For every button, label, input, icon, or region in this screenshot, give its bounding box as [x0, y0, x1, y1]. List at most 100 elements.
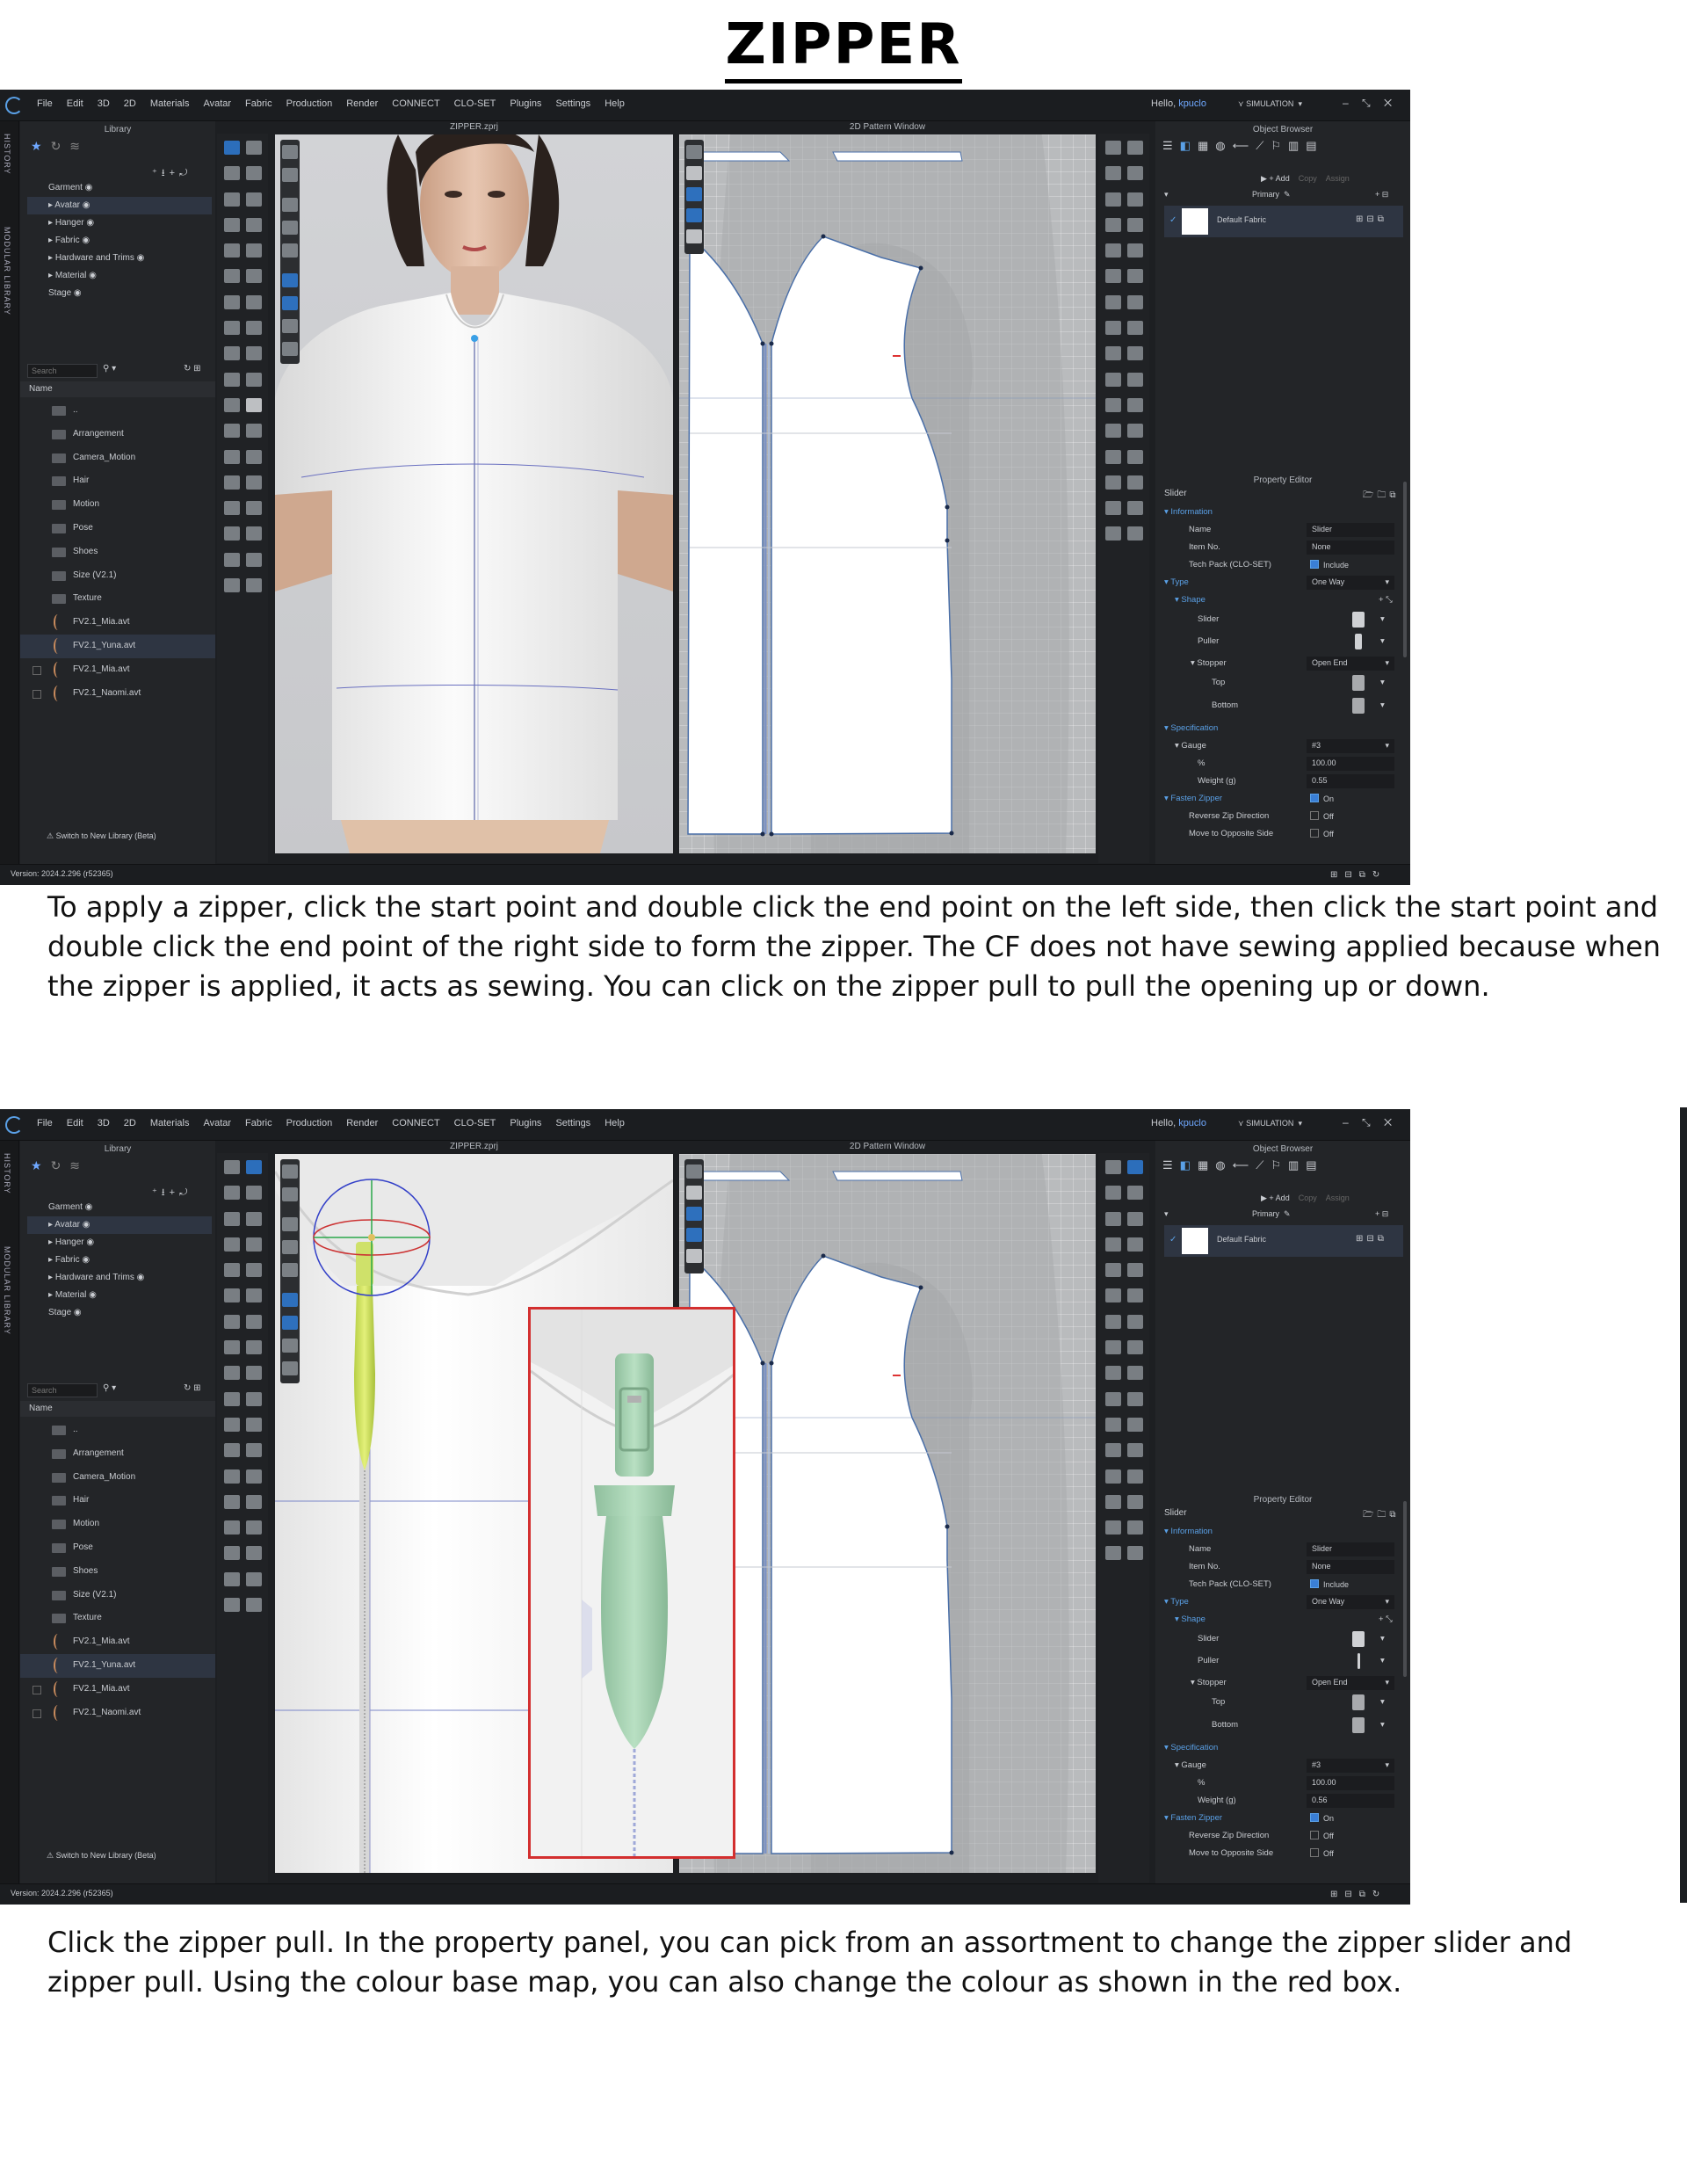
display-light-icon[interactable]: [282, 1339, 298, 1353]
display-texture-icon[interactable]: [282, 168, 298, 182]
button-tool-icon[interactable]: [223, 1314, 240, 1329]
zipper-tool-icon[interactable]: [223, 321, 240, 336]
view-toggle-icon[interactable]: ↻ ⊞: [184, 1383, 201, 1393]
free-sew-tool-icon[interactable]: [1126, 1314, 1143, 1329]
hanger-tool-icon[interactable]: [223, 578, 240, 593]
edit-point-tool-icon[interactable]: [1126, 141, 1143, 155]
menu-fabric[interactable]: Fabric: [245, 98, 272, 109]
menu-avatar[interactable]: Avatar: [203, 98, 231, 109]
list-item[interactable]: Pose: [20, 1536, 215, 1560]
tree-item-garment[interactable]: Garment ◉: [27, 1199, 212, 1216]
puckering-2d-tool-icon[interactable]: [1104, 526, 1121, 541]
cut-tool-icon[interactable]: [1104, 1263, 1121, 1278]
arrange-tool-icon[interactable]: [245, 1237, 262, 1252]
tech-pack-checkbox[interactable]: Include: [1310, 560, 1349, 570]
puller-shape-icon[interactable]: [1358, 1653, 1360, 1669]
list-item[interactable]: FV2.1_Mia.avt: [20, 658, 215, 682]
scale-tool-icon[interactable]: [245, 526, 262, 541]
check-sew-tool-icon[interactable]: [1104, 1340, 1121, 1355]
dart-tool-icon[interactable]: [1126, 192, 1143, 207]
list-item[interactable]: FV2.1_Naomi.avt: [20, 682, 215, 706]
list-item[interactable]: Pose: [20, 517, 215, 541]
buttonhole-tool-icon[interactable]: [1126, 1494, 1143, 1509]
puckering-tool-icon[interactable]: [223, 1417, 240, 1432]
library-search-input[interactable]: Search: [27, 1383, 98, 1397]
pen-tool-icon[interactable]: [223, 243, 240, 258]
transform-tool-icon[interactable]: [245, 1160, 262, 1174]
primary-row[interactable]: ▾ Primary ✎ + ⊟: [1164, 190, 1403, 204]
menu-plugins[interactable]: Plugins: [510, 1118, 541, 1128]
select-tool-icon[interactable]: [223, 1160, 240, 1174]
transform-tool-icon[interactable]: [1104, 1160, 1121, 1174]
fit-tool-icon[interactable]: [223, 424, 240, 439]
annotation-tool-icon[interactable]: [1126, 1443, 1143, 1458]
shirring-tool-icon[interactable]: [1104, 372, 1121, 387]
item-no-input[interactable]: None: [1307, 541, 1394, 555]
menu-help[interactable]: Help: [605, 1118, 625, 1128]
polygon-tool-icon[interactable]: [1104, 1186, 1121, 1201]
zipper-tool-icon[interactable]: [223, 1340, 240, 1355]
piping-2d-tool-icon[interactable]: [1126, 1520, 1143, 1535]
tech-pack-checkbox[interactable]: Include: [1310, 1579, 1349, 1589]
sew-2d-tool-icon[interactable]: [1104, 1314, 1121, 1329]
mode-selector[interactable]: ⋎ SIMULATION ▾: [1234, 97, 1331, 112]
list-item[interactable]: FV2.1_Mia.avt: [20, 611, 215, 635]
grade-tool-icon[interactable]: [1126, 397, 1143, 412]
piping-2d-tool-icon[interactable]: [1126, 501, 1143, 516]
fabric-tool-icon[interactable]: [245, 397, 262, 412]
edit-point-tool-icon[interactable]: [1126, 1160, 1143, 1174]
pen-tool-icon[interactable]: [223, 1263, 240, 1278]
edit-texture-tool-icon[interactable]: [1126, 1546, 1143, 1561]
rotate-tool-icon[interactable]: [223, 1546, 240, 1561]
add-button[interactable]: + Add: [1269, 174, 1289, 183]
display-sewing-2d-icon[interactable]: [686, 1207, 702, 1221]
list-item[interactable]: Motion: [20, 493, 215, 517]
list-item[interactable]: Shoes: [20, 1560, 215, 1584]
list-item[interactable]: Size (V2.1): [20, 1584, 215, 1607]
status-icons[interactable]: ⊞⊟⧉↻: [1330, 1890, 1387, 1899]
display-avatar-icon[interactable]: [282, 1165, 298, 1179]
tree-item-material[interactable]: ▸ Material ◉: [27, 1287, 212, 1304]
snap-tool-icon[interactable]: [223, 1520, 240, 1535]
history-tab[interactable]: HISTORY: [3, 134, 11, 175]
property-scrollbar[interactable]: [1403, 482, 1407, 657]
menu-render[interactable]: Render: [346, 1118, 378, 1128]
display-sewing-icon[interactable]: [282, 1293, 298, 1307]
shirt-tool-icon[interactable]: [245, 294, 262, 309]
button-2d-tool-icon[interactable]: [1104, 1494, 1121, 1509]
polygon-tool-icon[interactable]: [1104, 166, 1121, 181]
tree-item-hardware[interactable]: ▸ Hardware and Trims ◉: [27, 1269, 212, 1287]
slash-tool-icon[interactable]: [1126, 243, 1143, 258]
offset-tool-icon[interactable]: [1126, 217, 1143, 232]
assign-button[interactable]: Assign: [1326, 1194, 1350, 1202]
edit-tool-icon[interactable]: [245, 1494, 262, 1509]
menu-file[interactable]: File: [37, 1118, 53, 1128]
trim-tool-icon[interactable]: [245, 1366, 262, 1381]
graphic-2d-tool-icon[interactable]: [1126, 449, 1143, 464]
menu-production[interactable]: Production: [286, 1118, 333, 1128]
tree-item-avatar[interactable]: ▸ Avatar ◉: [27, 1216, 212, 1234]
reverse-zip-checkbox[interactable]: Off: [1310, 811, 1334, 821]
fit-tool-icon[interactable]: [223, 1443, 240, 1458]
menu-settings[interactable]: Settings: [555, 1118, 590, 1128]
ruler-tool-icon[interactable]: [1104, 1417, 1121, 1432]
shirring-tool-icon[interactable]: [1104, 1391, 1121, 1406]
topstitch-tool-icon[interactable]: [245, 321, 262, 336]
trace-tool-icon[interactable]: [1104, 1237, 1121, 1252]
internal-polygon-icon[interactable]: [1104, 1211, 1121, 1226]
name-input[interactable]: Slider: [1307, 1542, 1394, 1556]
strain-tool-icon[interactable]: [245, 424, 262, 439]
menu-3d[interactable]: 3D: [98, 98, 110, 109]
transform-tool-icon[interactable]: [1104, 141, 1121, 155]
list-item[interactable]: Texture: [20, 587, 215, 611]
display-trims-icon[interactable]: [282, 221, 298, 235]
menu-clo-set[interactable]: CLO-SET: [454, 1118, 496, 1128]
menu-plugins[interactable]: Plugins: [510, 98, 541, 109]
pattern-tool-icon[interactable]: [245, 578, 262, 593]
menu-edit[interactable]: Edit: [67, 1118, 83, 1128]
list-item[interactable]: FV2.1_Yuna.avt: [20, 634, 215, 658]
list-item[interactable]: Camera_Motion: [20, 446, 215, 470]
name-input[interactable]: Slider: [1307, 523, 1394, 537]
weight-input[interactable]: 0.56: [1307, 1794, 1394, 1808]
name-column-header[interactable]: Name: [20, 1401, 215, 1417]
